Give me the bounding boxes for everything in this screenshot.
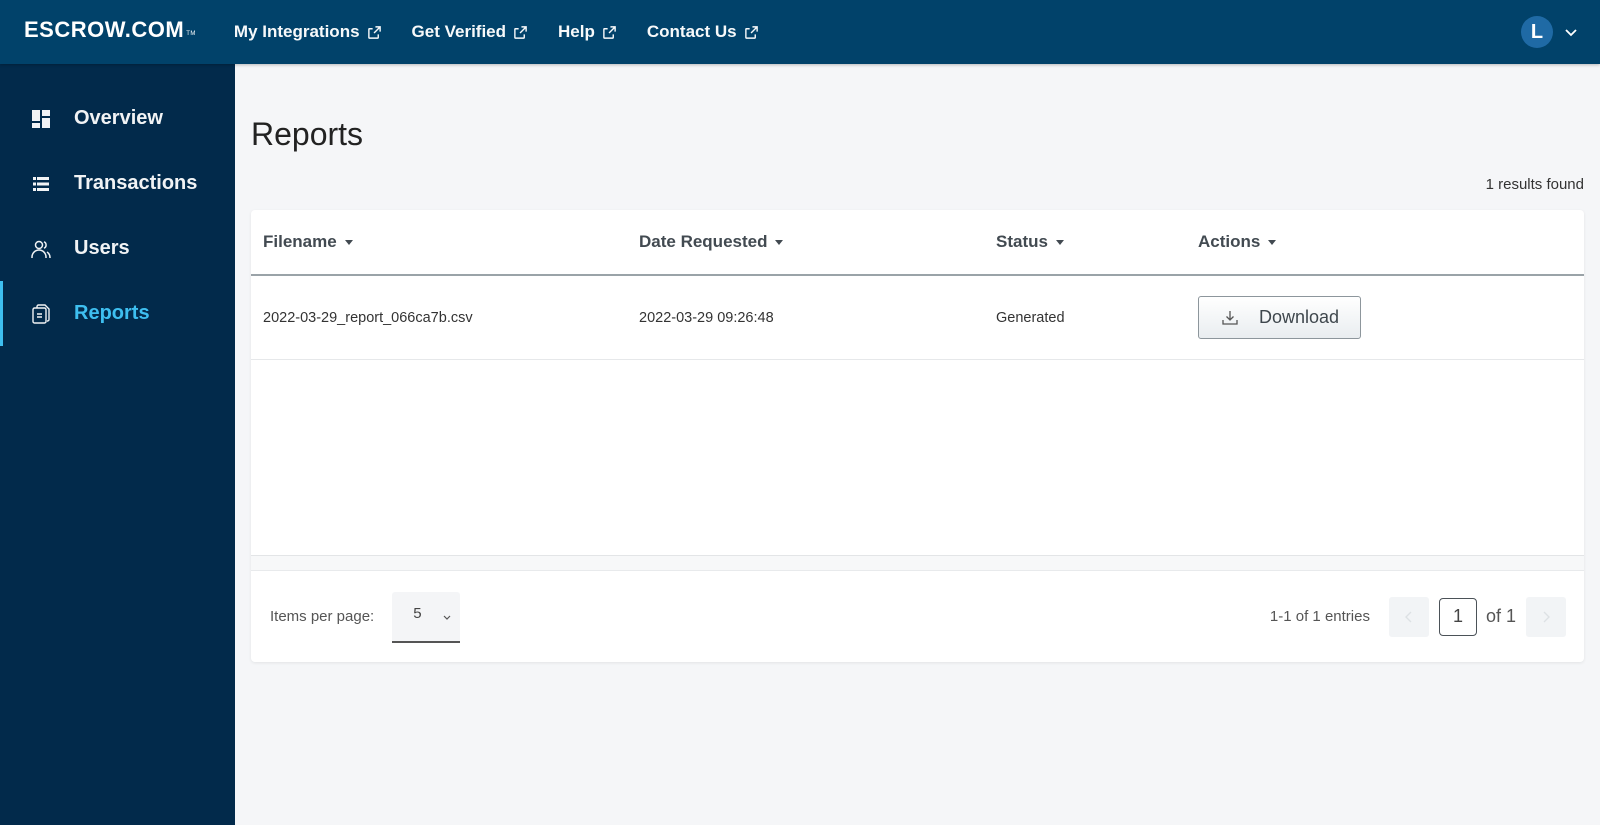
next-page-button[interactable] bbox=[1526, 596, 1566, 637]
external-link-icon bbox=[514, 25, 527, 39]
sidebar: Overview Transactions Users Reports bbox=[0, 64, 235, 825]
column-label: Actions bbox=[1198, 232, 1261, 251]
top-navigation-bar: ESCROW.COM TM My Integrations Get Verifi… bbox=[0, 0, 1600, 64]
sidebar-item-transactions[interactable]: Transactions bbox=[0, 151, 235, 216]
sort-caret-icon bbox=[775, 239, 784, 245]
chevron-left-icon bbox=[1404, 611, 1412, 622]
nav-label: Help bbox=[558, 22, 595, 41]
sort-caret-icon bbox=[1268, 239, 1277, 245]
reports-icon bbox=[32, 303, 50, 324]
dashboard-icon bbox=[32, 109, 50, 128]
sidebar-label: Transactions bbox=[74, 172, 198, 194]
sidebar-label: Users bbox=[74, 237, 130, 259]
escrow-logo[interactable]: ESCROW.COM TM bbox=[24, 13, 196, 43]
sidebar-label: Reports bbox=[74, 302, 150, 324]
current-page-input[interactable]: 1 bbox=[1438, 597, 1477, 636]
sidebar-item-overview[interactable]: Overview bbox=[0, 86, 235, 151]
entries-summary: 1-1 of 1 entries bbox=[1269, 608, 1370, 625]
user-menu[interactable]: L bbox=[1521, 16, 1578, 48]
items-per-page-value: 5 bbox=[413, 604, 422, 622]
results-count: 1 results found bbox=[1485, 176, 1584, 193]
download-button[interactable]: Download bbox=[1198, 296, 1361, 339]
nav-label: Contact Us bbox=[646, 22, 737, 41]
column-header-status[interactable]: Status bbox=[996, 232, 1198, 252]
nav-contact-us[interactable]: Contact Us bbox=[647, 22, 759, 42]
table-header: Filename Date Requested Status Actions bbox=[251, 210, 1584, 276]
chevron-right-icon bbox=[1543, 611, 1550, 622]
table-bottom-divider bbox=[251, 555, 1584, 571]
items-per-page-select[interactable]: 5 bbox=[392, 591, 461, 643]
sidebar-item-reports[interactable]: Reports bbox=[0, 281, 235, 346]
sidebar-label: Overview bbox=[74, 107, 163, 129]
reports-table-card: Filename Date Requested Status Actions 2… bbox=[251, 210, 1584, 662]
cell-date-requested: 2022-03-29 09:26:48 bbox=[639, 309, 774, 326]
column-label: Date Requested bbox=[639, 232, 768, 251]
column-header-filename[interactable]: Filename bbox=[251, 232, 639, 252]
download-icon bbox=[1222, 310, 1238, 325]
previous-page-button[interactable] bbox=[1388, 596, 1429, 637]
chevron-down-icon[interactable] bbox=[1564, 25, 1578, 39]
cell-actions: Download bbox=[1198, 296, 1584, 339]
table-pagination: Items per page: 5 1-1 of 1 entries 1 of … bbox=[251, 571, 1584, 662]
chevron-down-icon bbox=[443, 615, 451, 620]
pager: 1-1 of 1 entries 1 of 1 bbox=[1269, 596, 1566, 637]
sidebar-item-users[interactable]: Users bbox=[0, 216, 235, 281]
nav-label: Get Verified bbox=[411, 22, 507, 41]
external-link-icon bbox=[744, 25, 758, 39]
external-link-icon bbox=[367, 25, 381, 39]
column-header-actions[interactable]: Actions bbox=[1198, 232, 1584, 252]
nav-my-integrations[interactable]: My Integrations bbox=[234, 22, 382, 42]
list-icon bbox=[33, 176, 49, 191]
main-content: Reports 1 results found Filename Date Re… bbox=[251, 64, 1584, 662]
cell-filename: 2022-03-29_report_066ca7b.csv bbox=[263, 309, 473, 326]
table-row: 2022-03-29_report_066ca7b.csv 2022-03-29… bbox=[251, 276, 1584, 360]
users-icon bbox=[31, 240, 51, 258]
column-header-date-requested[interactable]: Date Requested bbox=[639, 232, 996, 252]
sort-caret-icon bbox=[1055, 239, 1064, 245]
download-label: Download bbox=[1259, 307, 1340, 327]
page-title: Reports bbox=[251, 116, 364, 152]
items-per-page-label: Items per page: bbox=[270, 608, 375, 625]
logo-trademark: TM bbox=[186, 31, 196, 37]
total-pages: of 1 bbox=[1485, 606, 1516, 626]
column-label: Filename bbox=[263, 232, 337, 251]
column-label: Status bbox=[996, 232, 1048, 251]
header-nav: My Integrations Get Verified Help Contac… bbox=[234, 22, 789, 42]
user-avatar[interactable]: L bbox=[1521, 16, 1553, 48]
cell-status: Generated bbox=[996, 309, 1065, 326]
logo-text: ESCROW.COM bbox=[24, 17, 185, 42]
external-link-icon bbox=[603, 25, 616, 39]
nav-help[interactable]: Help bbox=[558, 22, 617, 42]
nav-get-verified[interactable]: Get Verified bbox=[412, 22, 528, 42]
nav-label: My Integrations bbox=[233, 22, 360, 41]
sort-caret-icon bbox=[344, 239, 353, 245]
